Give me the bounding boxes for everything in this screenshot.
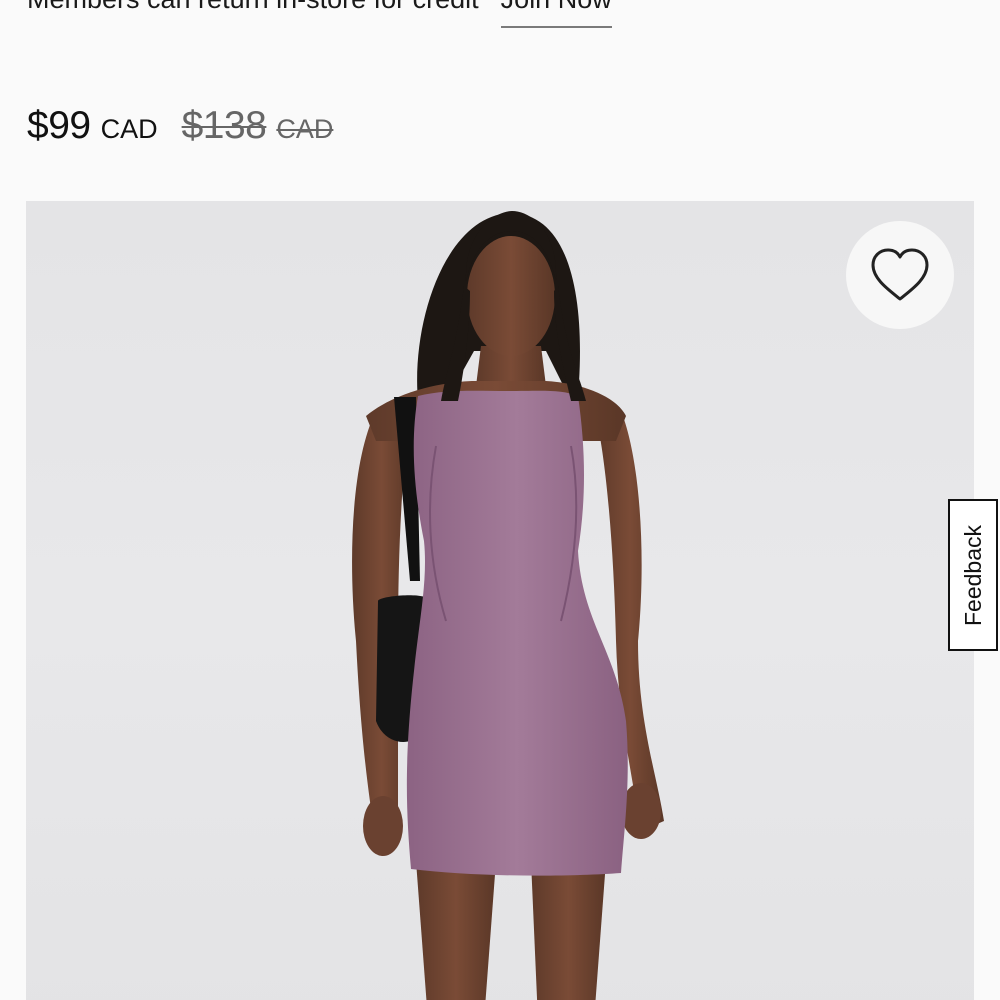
promo-text: Members can return in-store for credit xyxy=(27,0,479,14)
original-price: $138 CAD xyxy=(182,104,334,148)
member-promo-banner: Members can return in-store for credit J… xyxy=(27,0,612,30)
product-image[interactable] xyxy=(26,201,974,1000)
feedback-label: Feedback xyxy=(959,524,986,626)
sale-price-currency: CAD xyxy=(100,114,158,144)
heart-icon xyxy=(871,248,929,301)
price-row: $99 CAD $138 CAD xyxy=(27,104,333,148)
product-page: Members can return in-store for credit J… xyxy=(0,0,1000,1000)
original-price-amount: $138 xyxy=(181,104,267,147)
original-price-currency: CAD xyxy=(276,114,334,144)
add-to-wishlist-button[interactable] xyxy=(846,221,954,329)
join-now-link[interactable]: Join Now xyxy=(500,0,612,28)
product-photo xyxy=(352,211,664,1000)
sale-price: $99 xyxy=(27,104,91,147)
feedback-tab[interactable]: Feedback xyxy=(948,499,998,651)
